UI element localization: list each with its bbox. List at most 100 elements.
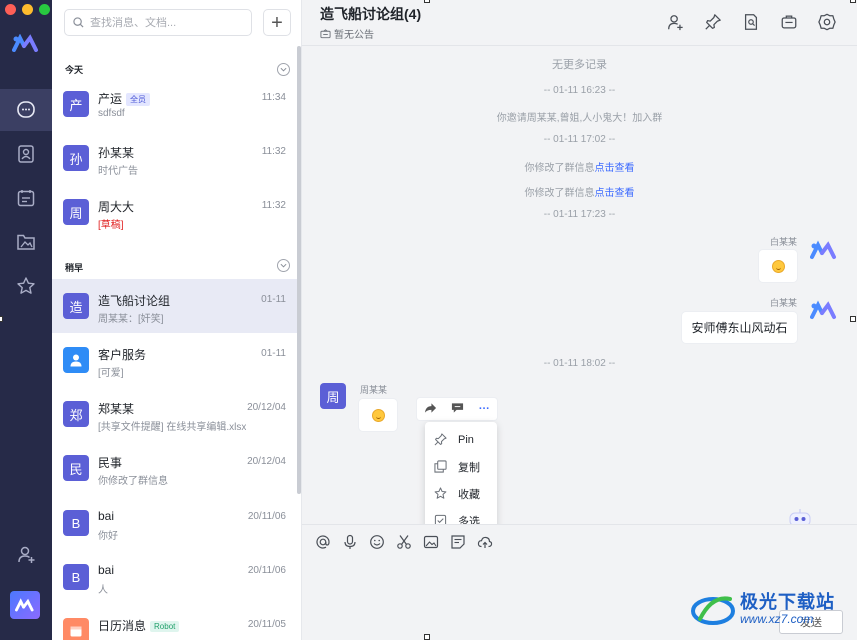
- settings-button[interactable]: [817, 12, 837, 32]
- voice-button[interactable]: [341, 533, 359, 551]
- search-input[interactable]: [90, 16, 240, 29]
- rail-files-button[interactable]: [0, 221, 52, 263]
- profile-avatar[interactable]: [10, 591, 40, 619]
- list-scrollbar[interactable]: [297, 46, 301, 494]
- upload-button[interactable]: [476, 533, 494, 551]
- conversation-item[interactable]: Bbai 20/11/06 你好: [52, 496, 298, 550]
- chat-notice[interactable]: 暂无公告: [320, 26, 374, 41]
- conversation-item[interactable]: 客户服务 01-11 [可爱]: [52, 333, 298, 387]
- settings-icon: [818, 13, 836, 31]
- smile-emoji-icon: [771, 259, 785, 273]
- conversation-time: 20/11/06: [247, 565, 286, 576]
- menu-item-label: Pin: [458, 433, 474, 446]
- reply-icon: [452, 402, 464, 413]
- folder-image-icon: [17, 234, 35, 250]
- note-icon: [451, 535, 465, 549]
- conversation-name-text: 民事: [98, 456, 123, 470]
- conversation-preview: 时代广告: [98, 166, 138, 177]
- menu-item-copy[interactable]: 复制: [425, 453, 497, 480]
- search-box[interactable]: [64, 9, 252, 36]
- conversation-item[interactable]: Bbai 20/11/06 人: [52, 550, 298, 604]
- conversation-list-panel: + 今天 稍早 产产运全员 11:34 sdfsdf 孙孙某某 11:32 时代广告周周大…: [52, 0, 302, 640]
- calendar-icon: [70, 626, 82, 637]
- copy-icon: [434, 460, 447, 473]
- microphone-icon: [344, 534, 356, 549]
- message-bubble[interactable]: [759, 250, 797, 282]
- conversation-avatar: 周: [63, 199, 89, 225]
- rail-contacts-button[interactable]: [0, 133, 52, 175]
- image-button[interactable]: [422, 533, 440, 551]
- resize-handle[interactable]: [424, 0, 430, 3]
- chevron-down-icon: [280, 263, 287, 268]
- reply-button[interactable]: [451, 402, 464, 417]
- chevron-down-icon: [280, 67, 287, 72]
- conversation-name: 民事: [98, 454, 122, 471]
- briefcase-button[interactable]: [779, 12, 799, 32]
- screenshot-button[interactable]: [395, 533, 413, 551]
- add-member-icon: [668, 15, 683, 31]
- rail-add-contact-button[interactable]: [0, 533, 52, 575]
- conversation-name: 周大大: [98, 198, 134, 215]
- conversation-time: 20/12/04: [247, 402, 286, 413]
- announcement-icon: [320, 28, 331, 38]
- menu-item-favorite[interactable]: 收藏: [425, 480, 497, 507]
- rail-calendar-button[interactable]: [0, 177, 52, 219]
- no-more-records: 无更多记录: [552, 59, 607, 71]
- conversation-name: 郑某某: [98, 400, 134, 417]
- minimize-window-button[interactable]: [22, 4, 33, 15]
- menu-item-pin[interactable]: Pin: [425, 426, 497, 453]
- maximize-window-button[interactable]: [39, 4, 50, 15]
- conversation-preview: [可爱]: [98, 368, 124, 379]
- conversation-item[interactable]: 日历消息 Robot 20/11/05: [52, 604, 298, 640]
- emoji-button[interactable]: [368, 533, 386, 551]
- add-button[interactable]: +: [263, 9, 291, 36]
- system-message-text: 你修改了群信息: [524, 163, 595, 174]
- conversation-name: 客户服务: [98, 346, 146, 363]
- rail-messages-button[interactable]: [0, 89, 52, 131]
- conversation-time: 11:32: [261, 146, 286, 157]
- sender-avatar[interactable]: 周: [320, 383, 346, 409]
- view-details-link[interactable]: 点击查看: [595, 188, 635, 199]
- close-window-button[interactable]: [5, 4, 16, 15]
- resize-handle[interactable]: [850, 316, 856, 322]
- timestamp-divider: -- 01-11 17:23 --: [543, 209, 616, 220]
- conversation-avatar: 产: [63, 91, 89, 117]
- resize-handle[interactable]: [0, 316, 3, 322]
- add-member-button[interactable]: [665, 12, 685, 32]
- conversation-item[interactable]: 造造飞船讨论组 01-11 周某某：[奸笑]: [52, 279, 298, 333]
- menu-item-label: 收藏: [458, 488, 480, 501]
- sender-name: 白某某: [770, 298, 798, 308]
- composer-toolbar: [314, 533, 494, 551]
- conversation-name: 产运 全员: [98, 90, 151, 107]
- resize-handle[interactable]: [424, 634, 430, 640]
- pin-icon: [705, 14, 721, 30]
- conversation-tag: 全员: [126, 93, 151, 106]
- notice-text: 暂无公告: [334, 30, 374, 41]
- resize-handle[interactable]: [850, 0, 856, 3]
- conversation-item[interactable]: 周周大大 11:32 [草稿]: [52, 185, 298, 239]
- view-details-link[interactable]: 点击查看: [595, 163, 635, 174]
- forward-button[interactable]: [424, 402, 437, 417]
- conversation-avatar: 造: [63, 293, 89, 319]
- watermark-text: 极光下载站: [740, 592, 835, 612]
- note-button[interactable]: [449, 533, 467, 551]
- contacts-icon: [18, 145, 34, 163]
- message-bubble[interactable]: [359, 399, 397, 431]
- rail-favorites-button[interactable]: [0, 265, 52, 307]
- sender-name: 周某某: [360, 385, 388, 395]
- conversation-item[interactable]: 民民事 20/12/04 你修改了群信息: [52, 441, 298, 495]
- message-bubble[interactable]: 安师傅东山风动石: [682, 312, 797, 343]
- collapse-earlier-button[interactable]: [277, 259, 290, 272]
- conversation-name: bai: [98, 563, 114, 577]
- mention-button[interactable]: [314, 533, 332, 551]
- collapse-today-button[interactable]: [277, 63, 290, 76]
- sender-avatar[interactable]: [810, 240, 838, 260]
- star-icon: [434, 487, 447, 499]
- more-actions-button[interactable]: ···: [479, 403, 490, 415]
- search-doc-button[interactable]: [741, 12, 761, 32]
- conversation-item[interactable]: 产产运 全员 11:34 sdfsdf: [52, 77, 298, 131]
- sender-avatar[interactable]: [810, 300, 838, 320]
- conversation-item[interactable]: 郑郑某某 20/12/04 [共享文件提醒] 在线共享编辑.xlsx: [52, 387, 298, 441]
- conversation-item[interactable]: 孙孙某某 11:32 时代广告: [52, 131, 298, 185]
- pin-button[interactable]: [703, 12, 723, 32]
